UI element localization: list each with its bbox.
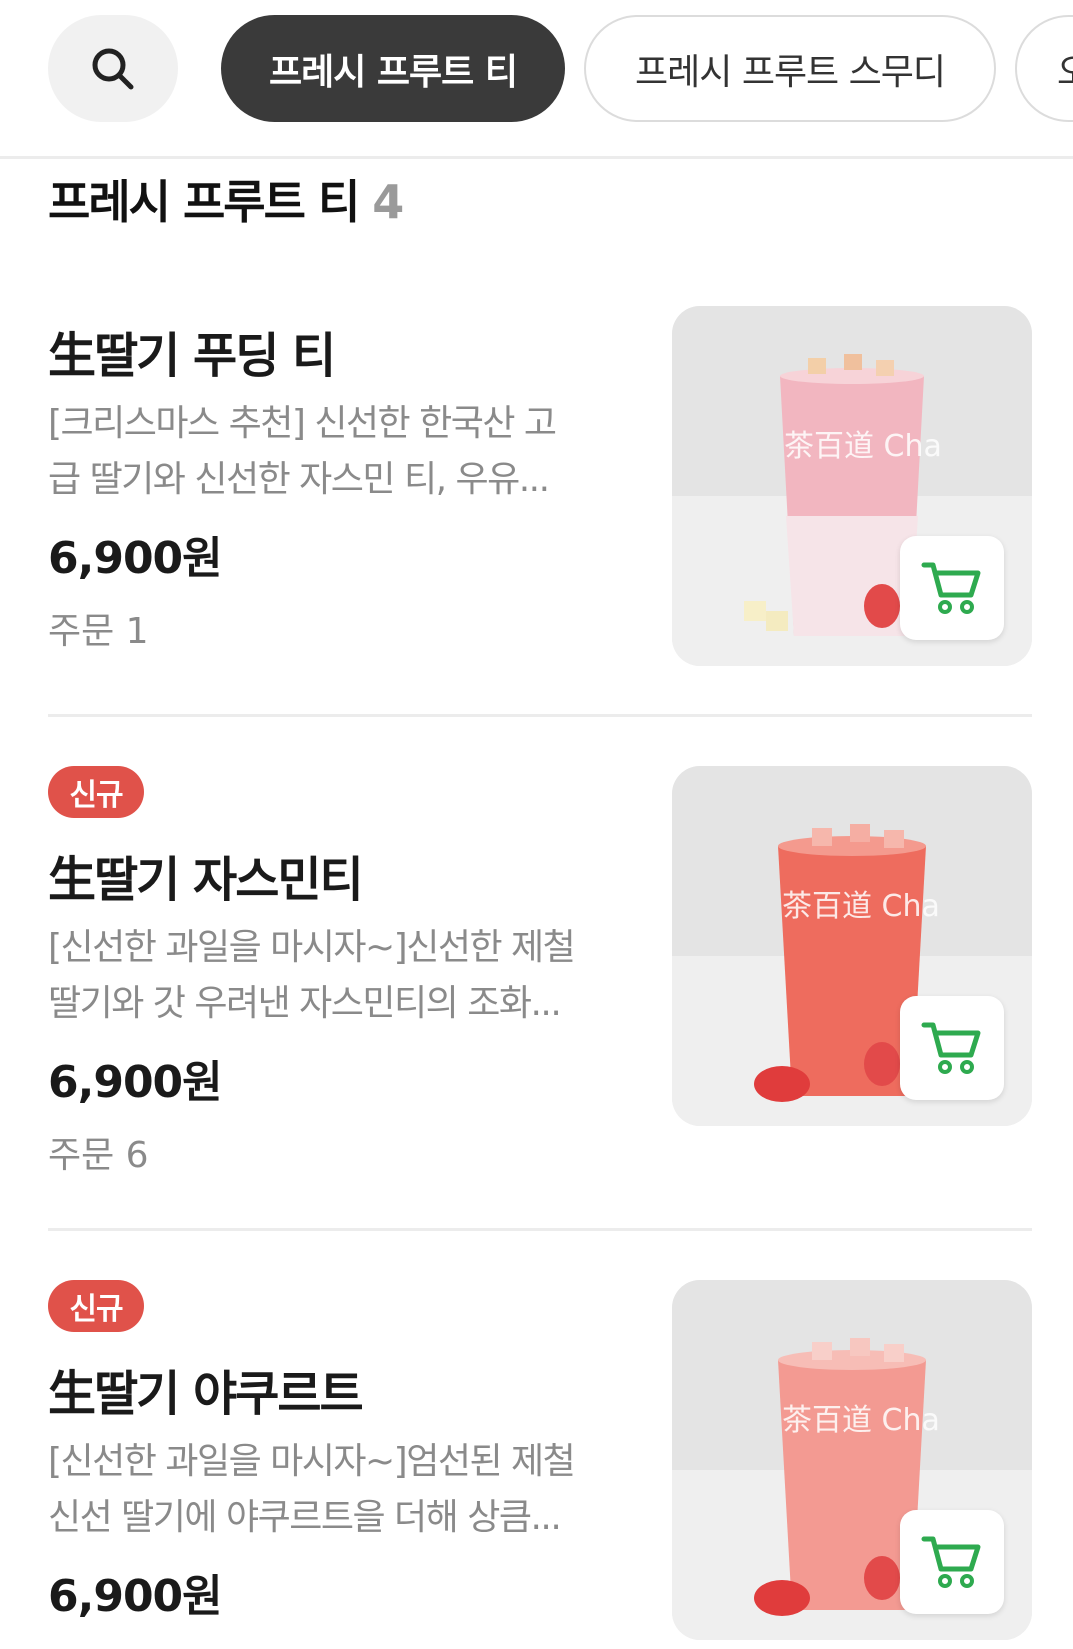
item-image[interactable]: 茶百道 Cha xyxy=(672,766,1032,1126)
item-name: 生딸기 야쿠르트 xyxy=(48,1366,364,1422)
cart-icon xyxy=(921,1536,981,1588)
item-order-count: 주문 1 xyxy=(48,611,149,652)
section-title-label: 프레시 프루트 티 xyxy=(48,175,360,229)
tab-fresh-fruit-smoothie[interactable]: 프레시 프루트 스무디 xyxy=(584,15,996,122)
tab-fresh-fruit-tea[interactable]: 프레시 프루트 티 xyxy=(221,15,565,122)
search-button[interactable] xyxy=(48,15,178,122)
item-description-line: 신선 딸기에 야쿠르트을 더해 상큼... xyxy=(48,1497,562,1538)
item-image[interactable]: 茶百道 Cha xyxy=(672,306,1032,666)
item-price: 6,900원 xyxy=(48,533,223,584)
add-to-cart-button[interactable] xyxy=(900,536,1004,640)
item-image[interactable]: 茶百道 Cha xyxy=(672,1280,1032,1640)
item-description: [신선한 과일을 마시자~]신선한 제철 딸기와 갓 우려낸 자스민티의 조화.… xyxy=(48,920,618,1032)
image-brand-text: 茶百道 Cha xyxy=(782,889,940,924)
item-description-line: 급 딸기와 신선한 자스민 티, 우유... xyxy=(48,459,550,500)
item-description-line: [신선한 과일을 마시자~]신선한 제철 xyxy=(48,927,576,968)
item-description-line: [신선한 과일을 마시자~]엄선된 제철 xyxy=(48,1441,576,1482)
section-count: 4 xyxy=(372,175,404,229)
item-description-line: [크리스마스 추천] 신선한 한국산 고 xyxy=(48,403,557,444)
add-to-cart-button[interactable] xyxy=(900,996,1004,1100)
item-description: [신선한 과일을 마시자~]엄선된 제철 신선 딸기에 야쿠르트을 더해 상큼.… xyxy=(48,1434,618,1546)
item-name: 生딸기 자스민티 xyxy=(48,852,364,908)
menu-item[interactable]: 신규 生딸기 야쿠르트 [신선한 과일을 마시자~]엄선된 제철 신선 딸기에 … xyxy=(48,1274,1032,1649)
tab-next-category[interactable]: 오 xyxy=(1015,15,1073,122)
category-bar: 프레시 프루트 티 프레시 프루트 스무디 오 xyxy=(0,0,1073,159)
item-divider xyxy=(48,1228,1032,1231)
item-divider xyxy=(48,714,1032,717)
image-brand-text: 茶百道 Cha xyxy=(784,429,942,464)
cart-icon xyxy=(921,562,981,614)
cart-icon xyxy=(921,1022,981,1074)
new-badge: 신규 xyxy=(48,766,144,818)
image-brand-text: 茶百道 Cha xyxy=(782,1403,940,1438)
item-order-count: 주문 6 xyxy=(48,1135,149,1176)
menu-item[interactable]: 신규 生딸기 자스민티 [신선한 과일을 마시자~]신선한 제철 딸기와 갓 우… xyxy=(48,760,1032,1176)
item-price: 6,900원 xyxy=(48,1057,223,1108)
item-name: 生딸기 푸딩 티 xyxy=(48,328,336,384)
menu-item[interactable]: 生딸기 푸딩 티 [크리스마스 추천] 신선한 한국산 고 급 딸기와 신선한 … xyxy=(48,300,1032,680)
item-price: 6,900원 xyxy=(48,1571,223,1622)
item-description: [크리스마스 추천] 신선한 한국산 고 급 딸기와 신선한 자스민 티, 우유… xyxy=(48,396,618,508)
section-title: 프레시 프루트 티4 xyxy=(48,166,404,232)
add-to-cart-button[interactable] xyxy=(900,1510,1004,1614)
item-description-line: 딸기와 갓 우려낸 자스민티의 조화... xyxy=(48,983,562,1024)
new-badge: 신규 xyxy=(48,1280,144,1332)
search-icon xyxy=(92,48,134,89)
